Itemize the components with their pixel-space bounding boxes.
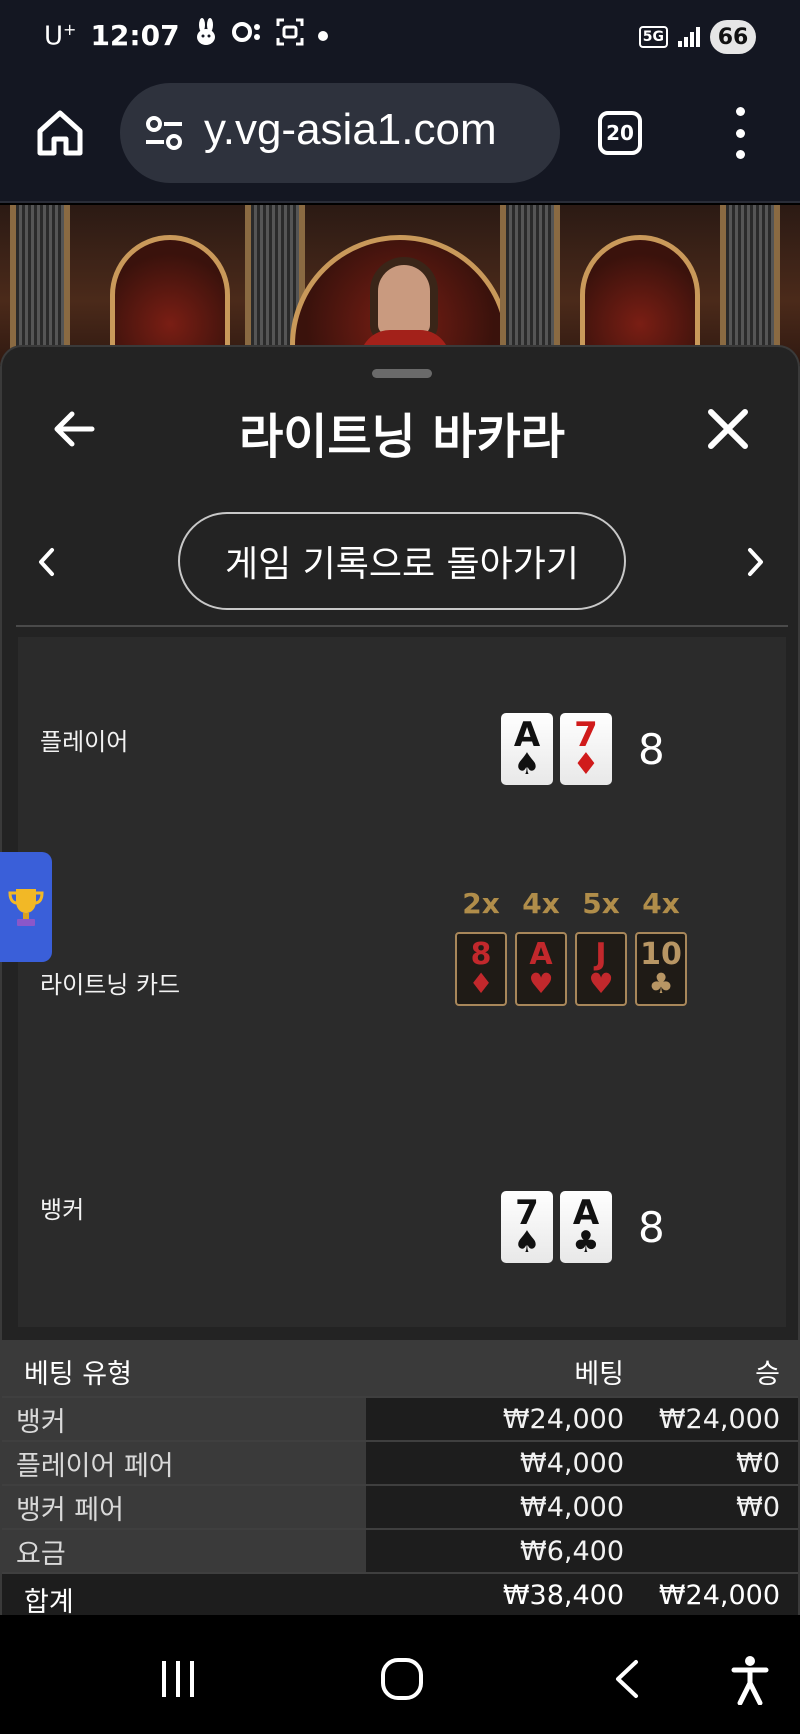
signal-icon [678, 27, 700, 47]
lightning-card: 8 ♦ [455, 932, 507, 1006]
table-row: 뱅커 페어 ₩4,000 ₩0 [2, 1484, 798, 1528]
recent-apps-icon[interactable] [158, 1659, 198, 1699]
lightning-multiplier: 2x [462, 887, 500, 920]
column-header: 베팅 [574, 1359, 624, 1390]
previous-round-icon[interactable] [34, 545, 58, 579]
spade-icon: ♠ [513, 747, 541, 782]
game-history-modal: 라이트닝 바카라 게임 기록으로 돌아가기 플레이어 A ♠ 7 ♦ 8 라이트… [0, 345, 800, 1615]
lightning-multiplier: 4x [522, 887, 560, 920]
tabs-button[interactable]: 20 [598, 111, 642, 155]
lightning-card: A ♥ [515, 932, 567, 1006]
close-icon[interactable] [706, 407, 750, 451]
rabbit-icon [194, 18, 218, 53]
game-video [0, 205, 800, 365]
status-bar: U+ 12:07 5G 66 [0, 0, 800, 75]
clock: 12:07 [90, 19, 180, 52]
banker-card-1: 7 ♠ [501, 1191, 553, 1263]
banker-label: 뱅커 [40, 1196, 85, 1224]
table-row: 플레이어 페어 ₩4,000 ₩0 [2, 1440, 798, 1484]
table-row: 요금 ₩6,400 [2, 1528, 798, 1572]
table-total-row: 합계 ₩38,400 ₩24,000 [2, 1572, 798, 1615]
player-card-2: 7 ♦ [560, 713, 612, 785]
divider [16, 625, 788, 627]
carrier-label: U+ [44, 19, 77, 52]
spade-icon: ♠ [513, 1225, 541, 1260]
round-result-panel: 플레이어 A ♠ 7 ♦ 8 라이트닝 카드 2x 4x 5x 4x 8 ♦ A ♥… [18, 637, 786, 1327]
modal-title: 라이트닝 바카라 [239, 409, 565, 465]
lightning-card: J ♥ [575, 932, 627, 1006]
lightning-card: 10 ♣ [635, 932, 687, 1006]
heart-icon: ♥ [588, 967, 614, 1000]
lightning-multiplier: 4x [642, 887, 680, 920]
network-type: 5G [638, 26, 668, 48]
player-card-1: A ♠ [501, 713, 553, 785]
lightning-card-label: 라이트닝 카드 [40, 971, 181, 999]
column-header: 베팅 유형 [24, 1359, 132, 1390]
diamond-icon: ♦ [572, 747, 600, 782]
trophy-side-tab[interactable] [0, 852, 52, 962]
diamond-icon: ♦ [468, 967, 494, 1000]
home-button[interactable] [32, 105, 88, 161]
banker-card-2: A ♣ [560, 1191, 612, 1263]
back-to-history-button[interactable]: 게임 기록으로 돌아가기 [178, 512, 626, 610]
club-icon: ♣ [648, 967, 674, 1000]
talk-icon [231, 19, 262, 52]
player-score: 8 [638, 725, 665, 774]
column-header: 승 [755, 1359, 780, 1390]
table-header: 베팅 유형 베팅 승 [2, 1340, 798, 1396]
banker-score: 8 [638, 1203, 665, 1252]
bet-table: 베팅 유형 베팅 승 뱅커 ₩24,000 ₩24,000 플레이어 페어 ₩4… [2, 1340, 798, 1615]
drag-handle[interactable] [372, 369, 432, 378]
site-settings-icon[interactable] [142, 111, 186, 155]
club-icon: ♣ [572, 1225, 600, 1260]
url-text: y.vg-asia1.com [204, 105, 497, 154]
heart-icon: ♥ [528, 967, 554, 1000]
next-round-icon[interactable] [744, 545, 768, 579]
system-nav-bar [0, 1615, 800, 1734]
table-row: 뱅커 ₩24,000 ₩24,000 [2, 1396, 798, 1440]
screenshot-icon [276, 18, 304, 53]
back-nav-icon[interactable] [612, 1659, 642, 1699]
home-icon [37, 110, 83, 156]
trophy-icon [8, 889, 44, 926]
dealer-figure [378, 265, 430, 335]
home-nav-icon[interactable] [380, 1657, 424, 1701]
player-label: 플레이어 [40, 728, 129, 756]
browser-toolbar: y.vg-asia1.com 20 [0, 75, 800, 203]
accessibility-icon[interactable] [730, 1655, 770, 1705]
lightning-multiplier: 5x [582, 887, 620, 920]
more-menu-button[interactable] [720, 107, 760, 159]
address-bar[interactable]: y.vg-asia1.com [120, 83, 560, 183]
notification-dot [317, 30, 328, 41]
battery-indicator: 66 [710, 20, 756, 54]
